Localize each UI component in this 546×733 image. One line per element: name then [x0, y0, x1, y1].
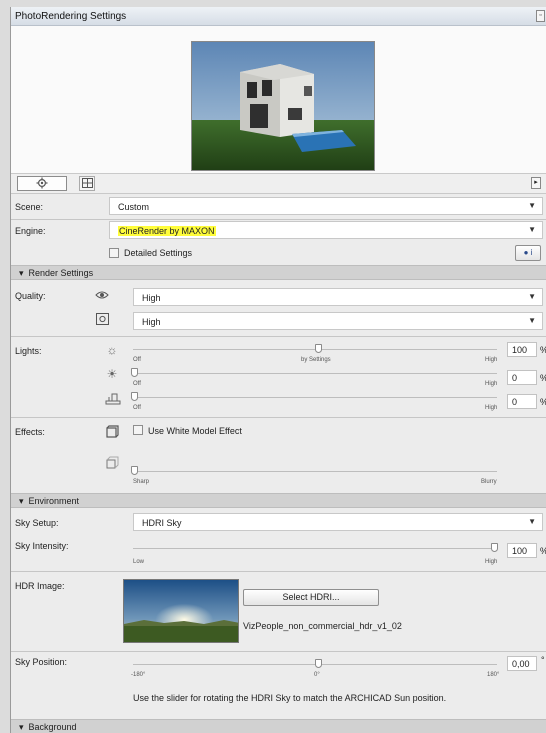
white-model-effect-checkbox[interactable]: [133, 425, 143, 435]
sky-intensity-unit: %: [540, 546, 546, 556]
hdri-filename: VizPeople_non_commercial_hdr_v1_02: [243, 621, 402, 631]
light-bulb-icon: ☀: [106, 367, 118, 381]
quality-image-icon: [95, 312, 109, 326]
scene-dropdown[interactable]: Custom ▼: [109, 197, 543, 215]
scene-label: Scene:: [15, 202, 44, 212]
lights-label: Lights:: [15, 346, 42, 356]
light-1-value-field[interactable]: 100: [507, 342, 537, 357]
chevron-down-icon: ▼: [528, 225, 536, 234]
render-preview-image: [191, 41, 375, 171]
engine-dropdown-value: CineRender by MAXON: [118, 226, 216, 236]
light-1-unit: %: [540, 345, 546, 355]
sky-position-min-label: -180°: [131, 672, 146, 678]
blur-min-label: Sharp: [133, 479, 150, 485]
sky-position-mid-label: 0°: [314, 672, 320, 678]
sky-position-value-field[interactable]: 0,00: [507, 656, 537, 671]
quality-dropdown-1[interactable]: High ▼: [133, 288, 543, 306]
environment-section-header[interactable]: ▾ Environment: [11, 493, 546, 508]
light-3-unit: %: [540, 397, 546, 407]
light-2-max-label: High: [485, 381, 498, 387]
blur-max-label: Blurry: [481, 479, 497, 485]
render-settings-title: ▾ Render Settings: [19, 268, 94, 278]
sky-intensity-value-field[interactable]: 100: [507, 543, 537, 558]
light-1-min-label: Off: [133, 357, 141, 363]
light-2-unit: %: [540, 373, 546, 383]
select-hdri-button[interactable]: Select HDRI...: [243, 589, 379, 606]
sky-position-slider-thumb[interactable]: [315, 659, 322, 668]
sky-intensity-slider-thumb[interactable]: [491, 543, 498, 552]
engine-label: Engine:: [15, 226, 46, 236]
sky-intensity-max-label: High: [485, 559, 498, 565]
effects-label: Effects:: [15, 427, 45, 437]
quality-eye-icon: [95, 288, 109, 302]
window-restore-button[interactable]: ▫: [536, 10, 545, 22]
hdri-thumbnail[interactable]: [123, 579, 239, 643]
light-3-value-field[interactable]: 0: [507, 394, 537, 409]
sky-position-label: Sky Position:: [15, 657, 68, 667]
side-panel-toggle-icon[interactable]: ▸: [531, 177, 541, 189]
sky-intensity-label: Sky Intensity:: [15, 541, 69, 551]
blur-cube-icon: [105, 455, 119, 469]
detailed-settings-label: Detailed Settings: [124, 248, 193, 258]
hdr-image-label: HDR Image:: [15, 581, 65, 591]
light-2-slider-track[interactable]: [133, 373, 497, 374]
light-3-slider-thumb[interactable]: [131, 392, 138, 401]
sun-light-icon: ☼: [106, 343, 118, 357]
chevron-down-icon: ▼: [528, 517, 536, 526]
scene-dropdown-value: Custom: [118, 202, 150, 212]
sky-intensity-slider-track[interactable]: [133, 548, 497, 549]
chevron-down-icon: ▼: [528, 316, 536, 325]
quality-dropdown-2-value: High: [142, 317, 161, 327]
sky-intensity-min-label: Low: [133, 559, 145, 565]
tab-layout[interactable]: [79, 176, 95, 191]
blur-slider-track[interactable]: [133, 471, 497, 472]
white-model-effect-label: Use White Model Effect: [148, 426, 242, 436]
light-3-max-label: High: [485, 405, 498, 411]
chevron-down-icon: ▼: [528, 201, 536, 210]
divider: [11, 336, 546, 337]
light-1-max-label: High: [485, 357, 498, 363]
blur-slider-thumb[interactable]: [131, 466, 138, 475]
divider: [11, 219, 546, 220]
detailed-settings-checkbox[interactable]: [109, 248, 119, 258]
sky-position-unit: °: [541, 655, 545, 665]
settings-tab-bar: ▸: [11, 174, 546, 194]
quality-dropdown-1-value: High: [142, 293, 161, 303]
divider: [11, 651, 546, 652]
engine-info-button[interactable]: ● i: [515, 245, 541, 261]
sky-setup-dropdown[interactable]: HDRI Sky ▼: [133, 513, 543, 531]
engine-dropdown[interactable]: CineRender by MAXON ▼: [109, 221, 543, 239]
divider: [11, 571, 546, 572]
quality-dropdown-2[interactable]: High ▼: [133, 312, 543, 330]
light-3-min-label: Off: [133, 405, 141, 411]
tab-settings[interactable]: [17, 176, 67, 191]
info-icon: ● i: [523, 248, 533, 257]
environment-title: ▾ Environment: [19, 496, 80, 506]
light-3-slider-track[interactable]: [133, 397, 497, 398]
white-model-cube-icon: [105, 424, 119, 438]
render-settings-section-header[interactable]: ▾ Render Settings: [11, 265, 546, 280]
sky-setup-label: Sky Setup:: [15, 518, 59, 528]
light-1-mid-label: by Settings: [301, 357, 331, 363]
grid-layout-icon: [81, 177, 93, 190]
sky-position-max-label: 180°: [487, 672, 500, 678]
background-section-header[interactable]: ▾ Background: [11, 719, 546, 733]
light-1-slider-thumb[interactable]: [315, 344, 322, 353]
photorendering-settings-window: PhotoRendering Settings ▫ ▸ Scene: Custo…: [10, 7, 546, 733]
light-2-slider-thumb[interactable]: [131, 368, 138, 377]
gear-icon: [35, 177, 49, 191]
window-title: PhotoRendering Settings: [15, 11, 127, 22]
quality-label: Quality:: [15, 291, 46, 301]
lamp-light-icon: [105, 391, 121, 405]
light-2-value-field[interactable]: 0: [507, 370, 537, 385]
preview-area: [11, 26, 546, 174]
chevron-down-icon: ▼: [528, 292, 536, 301]
title-bar[interactable]: PhotoRendering Settings ▫: [11, 7, 546, 26]
light-2-min-label: Off: [133, 381, 141, 387]
divider: [11, 417, 546, 418]
engine-value-highlight: CineRender by MAXON: [118, 226, 216, 236]
sky-setup-dropdown-value: HDRI Sky: [142, 518, 182, 528]
sky-position-hint: Use the slider for rotating the HDRI Sky…: [133, 693, 447, 703]
background-title: ▾ Background: [19, 722, 77, 732]
